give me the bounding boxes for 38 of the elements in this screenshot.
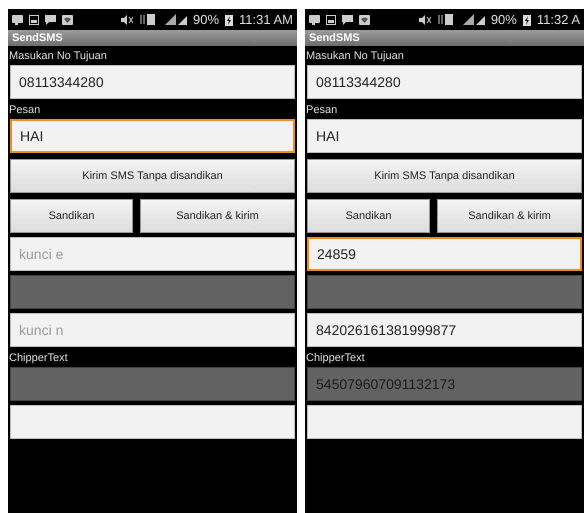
action-button[interactable]: Sandikan (10, 199, 133, 233)
input-field[interactable]: HAI (10, 119, 295, 153)
action-button[interactable]: Kirim SMS Tanpa disandikan (10, 159, 295, 193)
battery-percent: 90% (490, 12, 517, 27)
mute-icon (120, 14, 133, 24)
image-icon (29, 14, 39, 24)
field-label: Masukan No Tujuan (306, 49, 404, 64)
action-button[interactable]: Sandikan & kirim (437, 199, 582, 233)
signal-icon (165, 14, 187, 25)
app-title-bar: SendSMS (8, 30, 297, 46)
input-field[interactable]: HAI (307, 119, 582, 153)
field-label: Pesan (306, 103, 338, 118)
input-field[interactable]: 842026161381999877 (307, 313, 582, 347)
input-field[interactable] (10, 405, 295, 439)
field-label: ChipperText (9, 351, 68, 366)
clock: 11:31 AM (239, 12, 293, 27)
clock: 11:32 A (536, 12, 580, 27)
field-label: Pesan (9, 103, 40, 118)
message-icon (342, 14, 353, 24)
wifi-icon (359, 14, 370, 24)
input-field[interactable]: 24859 (307, 237, 582, 271)
input-field[interactable] (307, 405, 582, 439)
action-button[interactable]: Sandikan (307, 199, 430, 233)
input-field[interactable]: 08113344280 (10, 65, 295, 99)
message-icon (45, 14, 56, 24)
battery-percent: 90% (193, 12, 220, 27)
action-button[interactable]: Sandikan & kirim (140, 199, 295, 233)
field-label: Masukan No Tujuan (9, 49, 107, 64)
battery-charging-icon (522, 14, 531, 26)
mute-icon (418, 14, 431, 24)
app-title-bar: SendSMS (305, 30, 584, 46)
wifi-icon (62, 14, 73, 24)
action-button[interactable]: Kirim SMS Tanpa disandikan (307, 159, 582, 193)
input-field[interactable]: 08113344280 (307, 65, 582, 99)
field-label: ChipperText (306, 351, 365, 366)
signal-icon (462, 14, 485, 25)
battery-charging-icon (225, 14, 234, 26)
image-icon (326, 14, 336, 24)
